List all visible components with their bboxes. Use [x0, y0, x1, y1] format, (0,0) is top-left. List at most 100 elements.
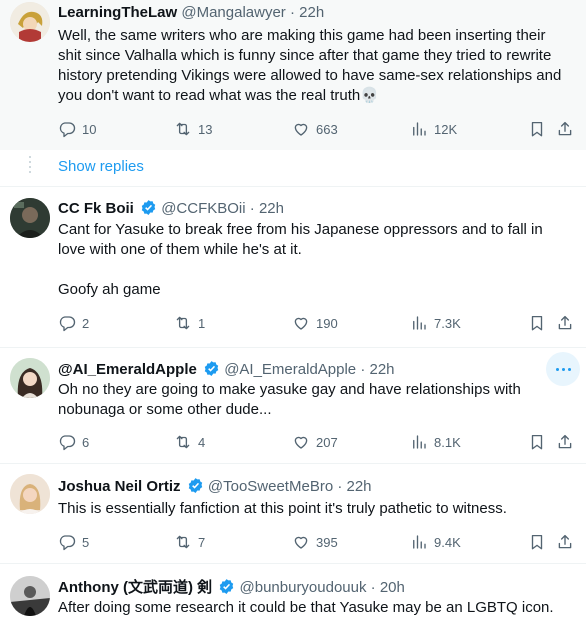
reply-button[interactable]: 10: [58, 119, 96, 139]
user-handle[interactable]: @TooSweetMeBro: [208, 478, 333, 495]
share-button[interactable]: [556, 432, 574, 452]
bookmark-button[interactable]: [528, 532, 546, 552]
tweet-text: After doing some research it could be th…: [58, 599, 554, 616]
bookmark-icon: [528, 533, 546, 551]
show-replies-link[interactable]: Show replies: [58, 158, 144, 175]
display-name[interactable]: @AI_EmeraldApple: [58, 361, 197, 378]
tweet-header: LearningTheLaw @Mangalawyer · 22h: [58, 4, 324, 21]
more-icon: [555, 367, 559, 371]
bookmark-button[interactable]: [528, 313, 546, 333]
tweet-text: Oh no they are going to make yasuke gay …: [58, 381, 521, 418]
like-count: 395: [316, 534, 338, 550]
repost-icon: [174, 533, 192, 551]
views-count: 9.4K: [434, 534, 461, 550]
like-icon: [292, 314, 310, 332]
timestamp[interactable]: 20h: [380, 579, 405, 596]
user-handle[interactable]: @CCFKBOii: [161, 200, 245, 217]
repost-button[interactable]: 4: [174, 432, 205, 452]
share-icon: [556, 314, 574, 332]
display-name[interactable]: Anthony (文武両道) 剣: [58, 579, 212, 596]
like-icon: [292, 433, 310, 451]
share-button[interactable]: [556, 119, 574, 139]
repost-button[interactable]: 13: [174, 119, 212, 139]
tweet-text: This is essentially fanfiction at this p…: [58, 500, 507, 517]
views-button[interactable]: 12K: [410, 119, 457, 139]
bookmark-icon: [528, 314, 546, 332]
reply-icon: [58, 314, 76, 332]
share-icon: [556, 433, 574, 451]
tweet-2[interactable]: CC Fk Boii @CCFKBOii · 22h Cant for Yasu…: [0, 186, 586, 348]
like-button[interactable]: 190: [292, 313, 338, 333]
reply-button[interactable]: 2: [58, 313, 89, 333]
reply-icon: [58, 120, 76, 138]
user-handle[interactable]: @AI_EmeraldApple: [224, 361, 356, 378]
tweet-5[interactable]: Anthony (文武両道) 剣 @bunburyoudouuk · 20h A…: [0, 564, 586, 626]
like-count: 190: [316, 315, 338, 331]
display-name[interactable]: CC Fk Boii: [58, 200, 134, 217]
reply-icon: [58, 433, 76, 451]
like-button[interactable]: 395: [292, 532, 338, 552]
share-icon: [556, 533, 574, 551]
like-icon: [292, 533, 310, 551]
views-count: 7.3K: [434, 315, 461, 331]
user-handle[interactable]: @Mangalawyer: [181, 4, 285, 21]
bookmark-icon: [528, 433, 546, 451]
share-button[interactable]: [556, 313, 574, 333]
views-icon: [410, 314, 428, 332]
separator-dot: ·: [360, 361, 366, 378]
separator-dot: ·: [337, 478, 343, 495]
reply-button[interactable]: 5: [58, 532, 89, 552]
avatar[interactable]: [10, 576, 50, 616]
like-count: 207: [316, 434, 338, 450]
separator-dot: ·: [289, 4, 295, 21]
like-button[interactable]: 207: [292, 432, 338, 452]
repost-icon: [174, 120, 192, 138]
avatar[interactable]: [10, 198, 50, 238]
tweet-text: Cant for Yasuke to break free from his J…: [58, 220, 572, 300]
verified-badge-icon: [220, 579, 234, 594]
views-button[interactable]: 9.4K: [410, 532, 461, 552]
timestamp[interactable]: 22h: [299, 4, 324, 21]
action-bar: 5 7 395 9.4K: [58, 532, 576, 552]
verified-badge-icon: [204, 361, 219, 376]
like-count: 663: [316, 121, 338, 137]
tweet-text: Well, the same writers who are making th…: [58, 27, 562, 104]
verified-badge-icon: [188, 478, 202, 493]
display-name[interactable]: LearningTheLaw: [58, 4, 177, 21]
action-bar: 10 13 663 12K: [58, 119, 576, 139]
timestamp[interactable]: 22h: [259, 200, 284, 217]
action-bar: 6 4 207 8.1K: [58, 432, 576, 452]
tweet-text-line: Cant for Yasuke to break free from his J…: [58, 221, 543, 258]
avatar[interactable]: [10, 358, 50, 398]
repost-count: 4: [198, 434, 206, 450]
tweet-header: @AI_EmeraldApple @AI_EmeraldApple · 22h: [58, 360, 395, 378]
reply-count: 10: [82, 121, 97, 137]
user-handle[interactable]: @bunburyoudouuk: [240, 579, 367, 596]
verified-badge-icon: [141, 200, 156, 215]
reply-count: 5: [82, 534, 90, 550]
timestamp[interactable]: 22h: [370, 361, 395, 378]
reply-count: 2: [82, 315, 90, 331]
avatar[interactable]: [10, 2, 50, 42]
tweet-1[interactable]: LearningTheLaw @Mangalawyer · 22h Well, …: [0, 0, 586, 150]
timestamp[interactable]: 22h: [347, 478, 372, 495]
reply-icon: [58, 533, 76, 551]
like-button[interactable]: 663: [292, 119, 338, 139]
repost-count: 1: [198, 315, 206, 331]
tweet-3[interactable]: @AI_EmeraldApple @AI_EmeraldApple · 22h …: [0, 348, 586, 464]
tweet-header: CC Fk Boii @CCFKBOii · 22h: [58, 199, 284, 217]
display-name[interactable]: Joshua Neil Ortiz: [58, 478, 181, 495]
tweet-4[interactable]: Joshua Neil Ortiz @TooSweetMeBro · 22h T…: [0, 464, 586, 564]
bookmark-button[interactable]: [528, 432, 546, 452]
tweet-header: Anthony (文武両道) 剣 @bunburyoudouuk · 20h: [58, 576, 405, 597]
separator-dot: ·: [249, 200, 255, 217]
views-button[interactable]: 7.3K: [410, 313, 461, 333]
share-button[interactable]: [556, 532, 574, 552]
bookmark-button[interactable]: [528, 119, 546, 139]
avatar[interactable]: [10, 474, 50, 514]
bookmark-icon: [528, 120, 546, 138]
reply-button[interactable]: 6: [58, 432, 89, 452]
repost-button[interactable]: 1: [174, 313, 205, 333]
views-button[interactable]: 8.1K: [410, 432, 461, 452]
repost-button[interactable]: 7: [174, 532, 205, 552]
